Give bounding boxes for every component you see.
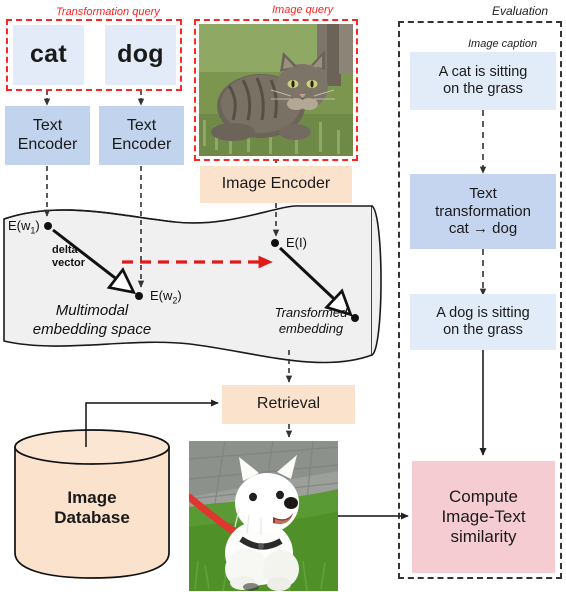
node-dot-image-embedding	[271, 239, 279, 247]
label-image-query: Image query	[272, 4, 334, 16]
caption-transformed-line1: A dog is sitting	[436, 304, 530, 321]
node-dot-w2	[135, 292, 143, 300]
image-encoder[interactable]: Image Encoder	[200, 166, 352, 203]
text-transformation-line2: transformation	[435, 202, 531, 220]
text-transformation-line1: Text	[469, 184, 497, 202]
image-database-line1: Image	[67, 487, 117, 507]
label-evaluation: Evaluation	[492, 4, 549, 18]
text-transformation-box[interactable]: Text transformation cat → dog	[410, 174, 556, 249]
caption-original-line2: on the grass	[443, 81, 523, 97]
retrieved-image-dog[interactable]	[189, 441, 338, 591]
caption-transformed[interactable]: A dog is sitting on the grass	[410, 294, 556, 350]
node-label-w1-tail: )	[35, 218, 40, 233]
compute-similarity-box[interactable]: Compute Image-Text similarity	[412, 461, 555, 573]
node-label-image-embedding: E(I)	[286, 235, 307, 250]
node-label-w1: E(w1)	[8, 218, 40, 236]
label-embedding-space-line1: Multimodal	[55, 302, 129, 319]
label-transformed-line2: embedding	[278, 321, 344, 337]
label-embedding-space-line2: embedding space	[32, 320, 152, 338]
node-label-w1-text: E(w	[8, 218, 31, 233]
label-transformation-query: Transformation query	[56, 6, 160, 18]
label-transformed-embedding: Transformed embedding	[255, 305, 367, 338]
compute-line3: similarity	[450, 527, 517, 547]
text-encoder-1-line1: Text	[32, 116, 63, 134]
image-database-line2: Database	[54, 508, 130, 527]
node-label-w2-tail: )	[177, 288, 182, 303]
image-database-label: Image Database	[22, 485, 162, 531]
text-transformation-line3: cat → dog	[448, 220, 518, 238]
retrieval-box[interactable]: Retrieval	[222, 385, 355, 424]
caption-original-line1: A cat is sitting	[438, 63, 528, 80]
text-encoder-2-line2: Encoder	[111, 135, 172, 153]
label-delta-line1: delta	[52, 244, 78, 256]
text-encoder-2-line1: Text	[126, 116, 157, 134]
query-image-cat[interactable]	[199, 24, 353, 156]
node-dot-w1	[44, 222, 52, 230]
node-label-w2-text: E(w	[150, 288, 173, 303]
text-encoder-2[interactable]: Text Encoder	[99, 106, 184, 165]
query-word-cat[interactable]: cat	[13, 25, 84, 85]
compute-line2: Image-Text	[441, 506, 526, 526]
caption-transformed-line2: on the grass	[443, 322, 523, 338]
query-word-dog[interactable]: dog	[105, 25, 176, 85]
label-delta-line2: vector	[52, 257, 86, 270]
label-transformed-line1: Transformed	[274, 305, 348, 320]
compute-line1: Compute	[449, 486, 518, 506]
label-embedding-space: Multimodal embedding space	[16, 302, 168, 340]
text-encoder-1[interactable]: Text Encoder	[5, 106, 90, 165]
caption-original[interactable]: A cat is sitting on the grass	[410, 52, 556, 110]
label-delta-vector: delta vector	[52, 244, 85, 270]
text-encoder-1-line2: Encoder	[17, 135, 78, 153]
diagram-canvas: Transformation query Image query Evaluat…	[0, 0, 566, 592]
